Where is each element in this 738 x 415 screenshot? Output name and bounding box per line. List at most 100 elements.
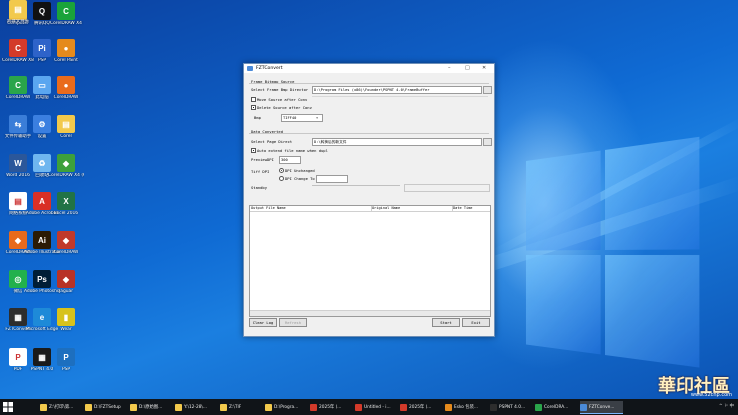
taskbar-app-label: 2025年 (... <box>319 405 342 410</box>
horizontal-scrollbar[interactable] <box>250 310 490 316</box>
desktop-icon[interactable]: ● Corel Paint <box>48 39 84 63</box>
dpi-unchanged-radio[interactable] <box>279 168 284 173</box>
taskbar-app-label: Z:\TIF <box>229 404 242 410</box>
chevron-down-icon: ▾ <box>316 115 319 120</box>
desktop-icon[interactable]: ◆ Jaguar <box>48 270 84 294</box>
progress-bar <box>404 184 490 192</box>
app-icon: P <box>57 348 75 366</box>
desktop-icon-label: Wear <box>60 327 72 332</box>
desktop-icon[interactable]: P PSP <box>48 348 84 372</box>
taskbar-app[interactable]: CorelDRA... <box>535 401 578 413</box>
taskbar-app[interactable]: D:\原始图... <box>130 401 173 413</box>
watermark-url: www.52cnp.com <box>690 392 732 398</box>
divider <box>249 83 489 84</box>
move-source-checkbox[interactable] <box>251 97 256 102</box>
page-path-field[interactable]: D:\转换后的新文件 <box>312 138 482 146</box>
taskbar-app[interactable]: Untitled - i... <box>355 401 398 413</box>
app-icon: ◆ <box>57 231 75 249</box>
app-icon <box>535 403 542 411</box>
desktop-icon[interactable]: X Excel 2016 <box>48 192 84 216</box>
auto-extend-checkbox[interactable] <box>251 148 256 153</box>
taskbar-app-label: PSPNT 4.0... <box>499 404 526 410</box>
app-icon <box>40 403 47 411</box>
close-icon[interactable]: ✕ <box>482 65 486 71</box>
status-panel <box>312 185 400 186</box>
column-header-datetime[interactable]: Date Time <box>452 206 490 212</box>
tiff-dpi-label: Tiff DPI <box>251 169 270 174</box>
taskbar-app-label: Esko 包装... <box>454 405 478 410</box>
taskbar-app-label: CorelDRA... <box>544 404 569 410</box>
log-list[interactable]: Output File Name Original Name Date Time <box>249 205 491 317</box>
dpi-change-field[interactable] <box>316 175 348 183</box>
app-icon: X <box>57 192 75 210</box>
app-icon: ◆ <box>57 154 75 172</box>
frame-path-field[interactable]: D:\Program Files (x86)\Founder\PSPNT 4.0… <box>312 86 482 94</box>
taskbar-app[interactable]: PSPNT 4.0... <box>490 401 533 413</box>
desktop-icon[interactable]: ◆CorelDRAW X4 (64-Bit) <box>48 154 84 178</box>
dpi-unchanged-label: DPI Unchanged <box>285 168 315 173</box>
preview-dpi-label: PreviewDPI <box>251 157 274 162</box>
desktop-icon[interactable]: C CorelDRAW X4 <box>48 2 84 26</box>
app-icon <box>400 403 407 411</box>
delete-source-label: Delete Source after Conv <box>257 105 312 110</box>
desktop-icon-label: Corel Paint <box>54 58 78 63</box>
title-bar[interactable]: FZTConvert – □ ✕ <box>244 64 494 73</box>
taskbar-app[interactable]: D:\FZTSetup <box>85 401 128 413</box>
move-source-label: Move Source after Conv <box>257 97 308 102</box>
start-button[interactable]: Start <box>432 318 460 327</box>
desktop-icon-label: Jaguar <box>58 289 74 294</box>
app-icon <box>265 403 272 411</box>
app-icon: ▤ <box>57 115 75 133</box>
app-icon <box>580 403 587 411</box>
app-icon: ▤ <box>9 0 27 18</box>
app-icon <box>247 66 253 71</box>
taskbar-app-label: Z:\打印\第... <box>49 405 74 410</box>
column-header-output[interactable]: Output File Name <box>250 206 372 212</box>
app-icon <box>355 403 362 411</box>
refresh-button[interactable]: Refresh <box>279 318 307 327</box>
desktop-icon-label: CorelDRAW <box>53 95 79 100</box>
desktop-icon[interactable]: ▤ 新建文件夹 <box>0 0 36 24</box>
start-icon[interactable] <box>3 402 13 412</box>
clear-log-button[interactable]: Clear Log <box>249 318 277 327</box>
desktop-icon-label: 新建文件夹 <box>7 19 29 24</box>
taskbar-app[interactable]: Esko 包装... <box>445 401 488 413</box>
taskbar-app[interactable]: 2025年 (... <box>310 401 353 413</box>
column-header-original[interactable]: Original Name <box>371 206 453 212</box>
taskbar-app-label: Y:\12-28\... <box>184 404 207 410</box>
desktop-icon[interactable]: ▤ Corel <box>48 115 84 139</box>
preview-dpi-field[interactable]: 300 <box>279 156 301 164</box>
app-icon <box>310 403 317 411</box>
minimize-icon[interactable]: – <box>448 65 451 71</box>
taskbar-app[interactable]: Y:\12-28\... <box>175 401 218 413</box>
system-tray[interactable]: ^ ⚐ 中 <box>719 403 734 409</box>
bmp-label: Bmp <box>254 115 261 120</box>
dpi-change-radio[interactable] <box>279 176 284 181</box>
exit-button[interactable]: Exit <box>462 318 490 327</box>
desktop-icon[interactable]: ● CorelDRAW <box>48 76 84 100</box>
status-text: Standby <box>251 185 268 190</box>
bmp-value: TIFF40 <box>283 115 297 120</box>
bmp-select[interactable]: TIFF40 ▾ <box>281 114 323 122</box>
desktop-icon-label: CorelDRAW <box>53 250 79 255</box>
taskbar-app[interactable]: Z:\TIF <box>220 401 263 413</box>
taskbar: Z:\打印\第... D:\FZTSetup D:\原始图... Y:\12-28\.… <box>0 399 738 415</box>
app-icon: ◆ <box>57 270 75 288</box>
delete-source-checkbox[interactable] <box>251 105 256 110</box>
desktop-icon[interactable]: ◆ CorelDRAW <box>48 231 84 255</box>
app-icon: C <box>57 2 75 20</box>
browse-frame-button[interactable] <box>483 86 492 94</box>
app-icon <box>445 403 452 411</box>
maximize-icon[interactable]: □ <box>465 65 470 71</box>
taskbar-app[interactable]: D:\Progra... <box>265 401 308 413</box>
taskbar-app[interactable]: 2025年 (... <box>400 401 443 413</box>
select-page-label: Select Page Direct <box>251 139 293 144</box>
taskbar-app[interactable]: FZTConve... <box>580 401 623 414</box>
taskbar-app[interactable]: Z:\打印\第... <box>40 401 83 413</box>
taskbar-app-label: D:\Progra... <box>274 404 299 410</box>
taskbar-app-label: 2025年 (... <box>409 405 432 410</box>
desktop-icon[interactable]: ▮ Wear <box>48 308 84 332</box>
auto-extend-label: Auto extend file name when dupl <box>257 148 328 153</box>
divider <box>249 133 489 134</box>
browse-page-button[interactable] <box>483 138 492 146</box>
